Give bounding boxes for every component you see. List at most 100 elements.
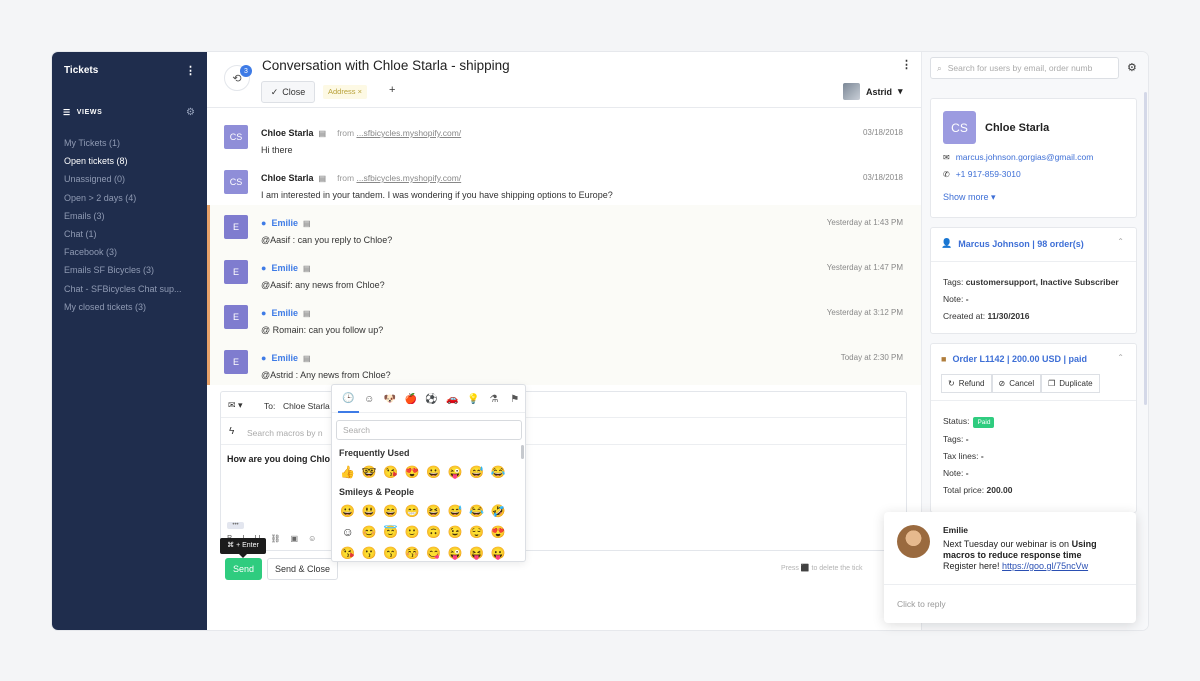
emoji[interactable]: 😚: [402, 542, 424, 561]
gear-icon[interactable]: ⚙: [1127, 61, 1137, 74]
chevron-up-icon[interactable]: ⌃: [1117, 237, 1124, 246]
emoji[interactable]: 😂: [488, 461, 510, 482]
tab-objects[interactable]: 💡: [463, 385, 484, 413]
emoji[interactable]: 😀: [423, 461, 445, 482]
tag-address[interactable]: Address ×: [323, 85, 367, 99]
add-tag-button[interactable]: +: [389, 84, 395, 96]
emoji[interactable]: 😆: [423, 500, 445, 521]
emoji[interactable]: ☺: [337, 521, 359, 542]
author-name: Emilie: [271, 218, 298, 228]
emoji[interactable]: 😅: [445, 500, 467, 521]
emoji[interactable]: 👍: [337, 461, 359, 482]
emoji[interactable]: 😅: [466, 461, 488, 482]
profile-header[interactable]: 👤 Marcus Johnson | 98 order(s): [941, 238, 1084, 249]
customer-search-input[interactable]: ⌕ Search for users by email, order numb: [930, 57, 1119, 79]
link-icon[interactable]: ⛓: [270, 534, 280, 543]
send-shortcut-tooltip: ⌘ + Enter: [220, 538, 266, 558]
emoji[interactable]: 😘: [380, 461, 402, 482]
tab-activity[interactable]: ⚽: [421, 385, 442, 413]
emoji[interactable]: 😋: [423, 542, 445, 561]
order-note-label: Note:: [943, 468, 964, 478]
emoji[interactable]: 😀: [337, 500, 359, 521]
email-channel-dropdown[interactable]: ✉ ▾: [228, 400, 243, 411]
send-and-close-button[interactable]: Send & Close: [267, 558, 338, 580]
agent-user-icon: ●: [261, 218, 267, 228]
emoji[interactable]: 😇: [380, 521, 402, 542]
emoji[interactable]: 🙂: [402, 521, 424, 542]
tab-symbols[interactable]: ⚗: [484, 385, 505, 413]
emoji[interactable]: 😄: [380, 500, 402, 521]
divider: [931, 261, 1136, 262]
emoji[interactable]: 😁: [402, 500, 424, 521]
sidebar-item-my-tickets[interactable]: My Tickets (1): [64, 134, 199, 152]
emoji[interactable]: 😊: [359, 521, 381, 542]
refund-button[interactable]: ↻ Refund: [941, 374, 992, 393]
search-placeholder: Search for users by email, order numb: [947, 63, 1093, 73]
sidebar-item-open-2-days[interactable]: Open > 2 days (4): [64, 189, 199, 207]
click-to-reply[interactable]: Click to reply: [897, 599, 946, 609]
sidebar-item-chat-sfbicycles[interactable]: Chat - SFBicycles Chat sup...: [64, 280, 199, 298]
to-field[interactable]: Chloe Starla: [283, 401, 330, 411]
emoji-scrollbar[interactable]: [521, 445, 524, 459]
more-options-button[interactable]: •••: [227, 522, 244, 529]
emoji[interactable]: 😜: [445, 542, 467, 561]
emoji[interactable]: 😂: [466, 500, 488, 521]
tag-remove-icon[interactable]: ×: [358, 87, 362, 96]
source-link[interactable]: ...sfbicycles.myshopify.com/: [356, 128, 461, 138]
chevron-up-icon[interactable]: ⌃: [1117, 353, 1124, 362]
tab-travel[interactable]: 🚗: [442, 385, 463, 413]
scrollbar[interactable]: [1144, 92, 1147, 405]
emoji[interactable]: 😝: [466, 542, 488, 561]
sidebar-item-emails[interactable]: Emails (3): [64, 207, 199, 225]
emoji[interactable]: 😘: [337, 542, 359, 561]
sidebar-item-unassigned[interactable]: Unassigned (0): [64, 170, 199, 188]
tab-animals[interactable]: 🐶: [380, 385, 401, 413]
show-more-button[interactable]: Show more ▾: [943, 192, 996, 203]
views-settings-icon[interactable]: ⚙: [186, 107, 195, 118]
message-editor[interactable]: How are you doing Chlo: [227, 454, 330, 464]
emoji[interactable]: 😌: [466, 521, 488, 542]
emoji[interactable]: 😍: [402, 461, 424, 482]
email-value: marcus.johnson.gorgias@gmail.com: [955, 152, 1094, 162]
customer-phone[interactable]: ✆ +1 917-859-3010: [943, 169, 1021, 179]
sidebar-item-open-tickets[interactable]: Open tickets (8): [64, 152, 199, 170]
tab-food[interactable]: 🍎: [400, 385, 421, 413]
emoji[interactable]: 🙃: [423, 521, 445, 542]
chat-notification[interactable]: Emilie Next Tuesday our webinar is on Us…: [884, 512, 1136, 623]
emoji[interactable]: 🤣: [488, 500, 510, 521]
order-header[interactable]: ■ Order L1142 | 200.00 USD | paid: [941, 354, 1087, 364]
emoji[interactable]: 😜: [445, 461, 467, 482]
frequently-used-grid: 👍 🤓 😘 😍 😀 😜 😅 😂: [337, 461, 517, 482]
emoji[interactable]: 😙: [380, 542, 402, 561]
emoji[interactable]: 😛: [488, 542, 510, 561]
emoji[interactable]: 😍: [488, 521, 510, 542]
tab-smileys[interactable]: ☺: [359, 385, 380, 413]
image-icon[interactable]: ▣: [291, 534, 299, 543]
sidebar-menu-icon[interactable]: ⋮: [185, 64, 196, 77]
order-tax: Tax lines: -: [943, 451, 984, 461]
tab-recent[interactable]: 🕒: [338, 385, 359, 413]
assignee-dropdown[interactable]: Astrid ▾: [843, 83, 903, 100]
close-ticket-button[interactable]: ✓ Close: [261, 81, 315, 103]
emoji-search-input[interactable]: Search: [336, 420, 522, 440]
emoji[interactable]: 😉: [445, 521, 467, 542]
emoji-icon[interactable]: ☺: [308, 534, 316, 543]
emoji[interactable]: 😗: [359, 542, 381, 561]
emoji[interactable]: 😃: [359, 500, 381, 521]
tab-flags[interactable]: ⚑: [504, 385, 525, 413]
duplicate-button[interactable]: ❐ Duplicate: [1041, 374, 1100, 393]
sidebar-item-facebook[interactable]: Facebook (3): [64, 243, 199, 261]
source-link[interactable]: ...sfbicycles.myshopify.com/: [356, 173, 461, 183]
cancel-order-button[interactable]: ⊘ Cancel: [991, 374, 1042, 393]
macro-search-input[interactable]: Search macros by n: [247, 428, 323, 438]
customer-email[interactable]: ✉ marcus.johnson.gorgias@gmail.com: [943, 152, 1093, 162]
sidebar-title: Tickets: [64, 65, 99, 76]
ticket-menu-icon[interactable]: ⋮: [901, 58, 912, 71]
sidebar-item-my-closed-tickets[interactable]: My closed tickets (3): [64, 298, 199, 316]
divider: [884, 584, 1136, 585]
send-button[interactable]: Send: [225, 558, 262, 580]
notification-link[interactable]: https://goo.gl/75ncVw: [1002, 561, 1088, 571]
emoji[interactable]: 🤓: [359, 461, 381, 482]
sidebar-item-emails-sf-bicycles[interactable]: Emails SF Bicycles (3): [64, 261, 199, 279]
sidebar-item-chat[interactable]: Chat (1): [64, 225, 199, 243]
